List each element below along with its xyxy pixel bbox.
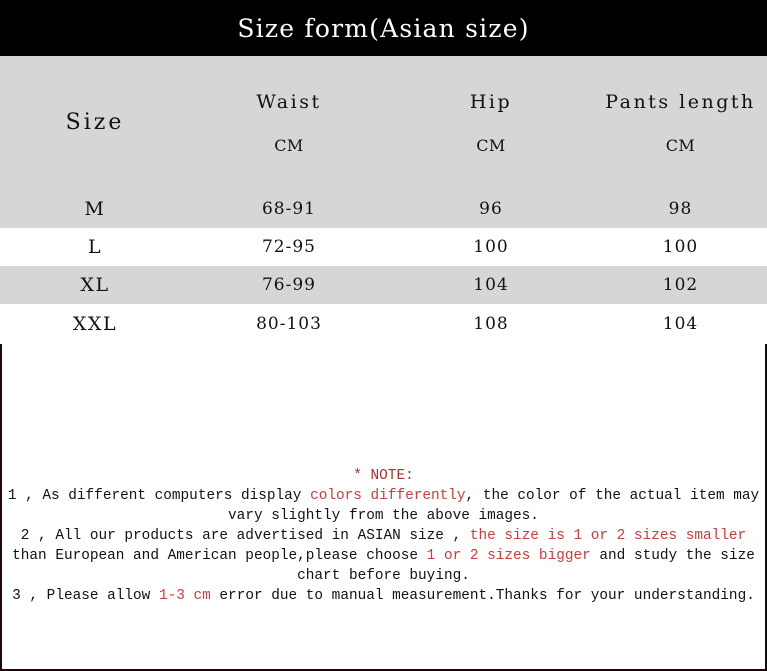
table-row: XL 76-99 104 102 (0, 266, 767, 304)
note-1-highlight: colors differently (310, 488, 466, 504)
cell-waist: 68-91 (190, 190, 388, 228)
cell-waist: 76-99 (190, 266, 388, 304)
column-header-size-label: Size (65, 110, 125, 135)
cell-size: L (0, 228, 190, 266)
cell-size: M (0, 190, 190, 228)
cell-hip: 100 (388, 228, 594, 266)
cell-waist: 72-95 (190, 228, 388, 266)
column-header-hip-label: Hip (469, 90, 513, 113)
cell-pants-length: 100 (594, 228, 767, 266)
cell-pants-length: 102 (594, 266, 767, 304)
cell-size: XL (0, 266, 190, 304)
note-1-pre: 1 , As different computers display (7, 488, 311, 504)
cell-size: XXL (0, 304, 190, 344)
cell-pants-length: 104 (594, 304, 767, 344)
column-header-pants-length: Pants length CM (594, 56, 767, 190)
size-chart-page: Size form(Asian size) Size Waist CM Hip … (0, 0, 767, 671)
cell-pants-length: 98 (594, 190, 767, 228)
notes-section: * NOTE: 1 , As different computers displ… (2, 466, 765, 606)
column-header-pants-length-unit: CM (665, 135, 696, 155)
notes-heading: * NOTE: (353, 468, 414, 484)
column-header-pants-length-label: Pants length (605, 90, 756, 113)
cell-hip: 108 (388, 304, 594, 344)
note-3-post: error due to manual measurement.Thanks f… (210, 588, 755, 604)
column-header-waist: Waist CM (190, 56, 388, 190)
note-2-highlight-1: the size is 1 or 2 sizes smaller (469, 528, 747, 544)
column-header-waist-unit: CM (274, 135, 304, 155)
note-2-highlight-2: 1 or 2 sizes bigger (426, 548, 591, 564)
column-header-size: Size (0, 56, 190, 190)
note-3-pre: 3 , Please allow (12, 588, 159, 604)
table-row: XXL 80-103 108 104 (0, 304, 767, 344)
cell-waist: 80-103 (190, 304, 388, 344)
table-row: M 68-91 96 98 (0, 190, 767, 228)
table-header: Size Waist CM Hip CM Pants length CM (0, 56, 767, 190)
column-header-hip-unit: CM (476, 135, 506, 155)
page-title: Size form(Asian size) (237, 13, 530, 43)
note-item-1: 1 , As different computers display color… (2, 486, 765, 526)
title-banner: Size form(Asian size) (0, 0, 767, 56)
table-body: M 68-91 96 98 L 72-95 100 100 XL 76-99 1… (0, 190, 767, 344)
note-3-highlight: 1-3 cm (158, 588, 211, 604)
column-header-hip: Hip CM (388, 56, 594, 190)
note-2-mid: than European and American people,please… (12, 548, 427, 564)
column-header-waist-label: Waist (256, 90, 322, 113)
table-header-row: Size Waist CM Hip CM Pants length CM (0, 56, 767, 190)
size-table: Size Waist CM Hip CM Pants length CM M 6… (0, 56, 767, 344)
table-row: L 72-95 100 100 (0, 228, 767, 266)
cell-hip: 104 (388, 266, 594, 304)
note-2-pre: 2 , All our products are advertised in A… (20, 528, 470, 544)
cell-hip: 96 (388, 190, 594, 228)
note-item-3: 3 , Please allow 1-3 cm error due to man… (2, 586, 765, 606)
note-item-2: 2 , All our products are advertised in A… (2, 526, 765, 586)
